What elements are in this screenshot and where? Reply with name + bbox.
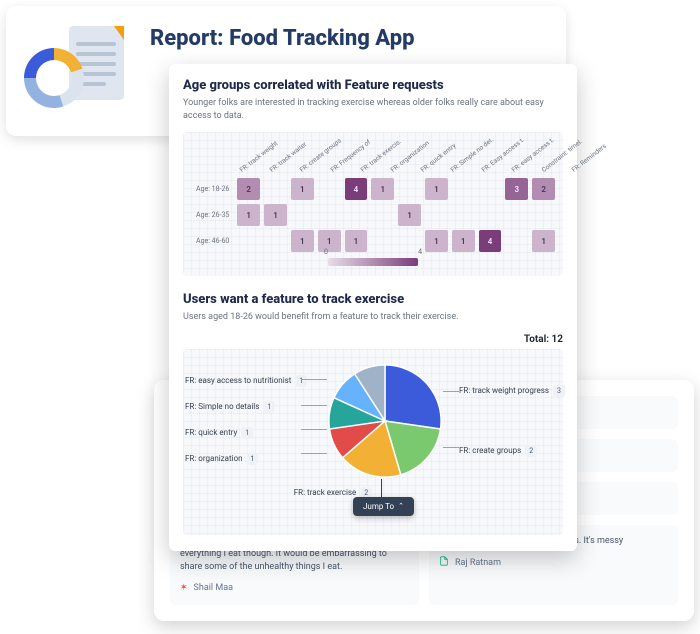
heatmap-cell: 4 <box>479 230 502 252</box>
heatmap-row-label: Age: 46-60 <box>191 237 233 245</box>
heatmap-col-label: FR: Reminders <box>555 133 595 174</box>
heatmap-cell: 3 <box>505 178 528 200</box>
heatmap-cell: 2 <box>532 178 555 200</box>
heatmap-cell: 1 <box>318 230 341 252</box>
heatmap-cell <box>264 178 287 200</box>
pie-graphic <box>327 363 443 479</box>
quote-author: Shail Maa <box>194 582 233 595</box>
heatmap-row: Age: 18-262141132 <box>191 178 555 200</box>
pie-label-text: FR: quick entry <box>185 428 237 437</box>
heatmap-cell: 1 <box>398 204 421 226</box>
heatmap-cell <box>532 204 555 226</box>
heatmap-cell: 1 <box>425 230 448 252</box>
pie-label-text: FR: track weight progress <box>459 386 549 395</box>
jump-to-button[interactable]: Jump To ⌃ <box>353 497 414 516</box>
pie-chart: FR: track weight progress 3 FR: create gro… <box>183 349 563 535</box>
leader-line <box>301 429 327 430</box>
pie-label-text: FR: create groups <box>459 446 521 455</box>
chevron-up-icon: ⌃ <box>398 502 404 510</box>
heatmap-cell: 1 <box>425 178 448 200</box>
report-title: Report: Food Tracking App <box>150 26 415 51</box>
heatmap-cell <box>318 204 341 226</box>
leader-line <box>443 391 459 392</box>
heatmap-cell <box>452 204 475 226</box>
heatmap-cell: 1 <box>291 178 314 200</box>
quote-author: Raj Ratnam <box>455 557 501 570</box>
report-icon <box>24 20 134 120</box>
heatmap-cell <box>452 178 475 200</box>
heatmap-cell: 1 <box>291 230 314 252</box>
heatmap-cell <box>371 230 394 252</box>
pie-label-text: FR: Simple no details <box>185 402 259 411</box>
pie-total: Total: 12 <box>183 334 563 345</box>
pie-slice[interactable] <box>385 365 441 429</box>
scale-min: 0 <box>324 248 328 256</box>
heatmap-subtitle: Younger folks are interested in tracking… <box>183 97 563 122</box>
heatmap-cell <box>318 178 341 200</box>
heatmap-cell <box>398 178 421 200</box>
heatmap-scale: 0 4 <box>328 258 418 266</box>
heatmap-title: Age groups correlated with Feature reque… <box>183 78 563 93</box>
heatmap-row: Age: 26-35111 <box>191 204 555 226</box>
pie-label-count: 1 <box>295 375 307 387</box>
heatmap-cell <box>505 204 528 226</box>
pie-label-text: FR: easy access to nutritionist <box>185 376 291 385</box>
pie-label: FR: easy access to nutritionist 1 <box>185 375 307 387</box>
heatmap-cell: 1 <box>532 230 555 252</box>
heatmap-cell: 1 <box>452 230 475 252</box>
pie-section: Users want a feature to track exercise U… <box>183 292 563 535</box>
heatmap-cell: 1 <box>371 178 394 200</box>
jump-connector <box>381 479 382 497</box>
pie-label-count: 1 <box>263 401 275 413</box>
heatmap-cell: 1 <box>264 204 287 226</box>
heatmap-cell <box>237 230 260 252</box>
pie-label-count: 1 <box>241 427 253 439</box>
pie-title: Users want a feature to track exercise <box>183 292 563 307</box>
heatmap-cell: 2 <box>237 178 260 200</box>
heatmap-row-label: Age: 18-26 <box>191 185 233 193</box>
heatmap-cell <box>291 204 314 226</box>
pie-label: FR: track weight progress 3 <box>459 385 565 397</box>
pie-label: FR: quick entry 1 <box>185 427 253 439</box>
leader-line <box>301 453 327 454</box>
heatmap-cell <box>425 204 448 226</box>
pie-label: FR: Simple no details 1 <box>185 401 275 413</box>
heatmap-cell <box>371 204 394 226</box>
heatmap-cell: 1 <box>237 204 260 226</box>
pie-label: FR: create groups 2 <box>459 445 537 457</box>
pie-label-count: 1 <box>247 453 259 465</box>
heatmap-row-label: Age: 26-35 <box>191 211 233 219</box>
heatmap-row: Age: 46-601111141 <box>191 230 555 252</box>
person-icon: ✶ <box>180 582 188 595</box>
heatmap-cell <box>479 178 502 200</box>
jump-label: Jump To <box>363 502 394 511</box>
heatmap-cell <box>345 204 368 226</box>
analytics-card: Age groups correlated with Feature reque… <box>169 64 577 551</box>
leader-line <box>301 379 327 380</box>
heatmap-chart: FR: track weightFR: track waiterFR: crea… <box>183 132 563 276</box>
pie-label: FR: organization 1 <box>185 453 258 465</box>
heatmap-cell <box>505 230 528 252</box>
pie-label-count: 3 <box>553 385 565 397</box>
pie-label-text: FR: organization <box>185 454 243 463</box>
heatmap-cell <box>264 230 287 252</box>
scale-max: 4 <box>418 248 422 256</box>
heatmap-cell: 4 <box>345 178 368 200</box>
heatmap-cell <box>479 204 502 226</box>
heatmap-section: Age groups correlated with Feature reque… <box>183 78 563 276</box>
pie-label-count: 2 <box>525 445 537 457</box>
file-icon <box>439 556 449 571</box>
leader-line <box>443 447 459 448</box>
leader-line <box>301 405 327 406</box>
pie-subtitle: Users aged 18-26 would benefit from a fe… <box>183 311 563 324</box>
heatmap-cell: 1 <box>345 230 368 252</box>
pie-label-text: FR: track exercise <box>294 488 357 497</box>
